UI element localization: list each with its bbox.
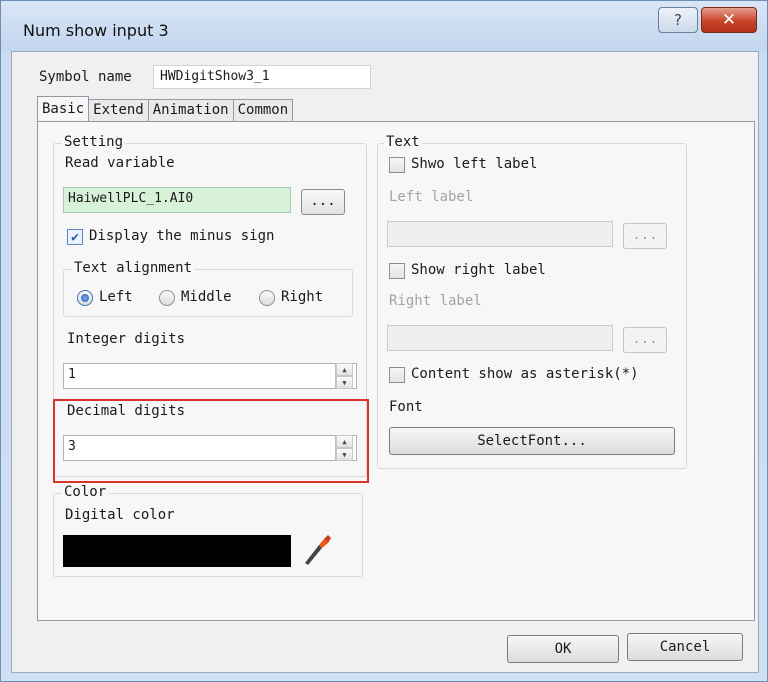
setting-group-title: Setting (62, 134, 126, 150)
integer-digits-stepper[interactable]: ▲ ▼ (335, 363, 353, 389)
symbol-name-input[interactable]: HWDigitShow3_1 (153, 65, 371, 89)
asterisk-label: Content show as asterisk(*) (411, 366, 639, 382)
stepper-up-icon[interactable]: ▲ (336, 363, 353, 376)
read-variable-field[interactable]: HaiwellPLC_1.AI0 (63, 187, 291, 213)
eyedropper-icon[interactable] (301, 531, 333, 567)
tab-extend[interactable]: Extend (88, 99, 149, 121)
digital-color-label: Digital color (65, 507, 175, 523)
close-icon: ✕ (721, 10, 737, 30)
digital-color-swatch[interactable] (63, 535, 291, 567)
right-label-browse-button[interactable]: ... (623, 327, 667, 353)
asterisk-checkbox[interactable] (389, 367, 405, 383)
minus-sign-checkbox[interactable]: ✔ (67, 229, 83, 245)
cancel-button[interactable]: Cancel (627, 633, 743, 661)
show-right-label-text: Show right label (411, 262, 546, 278)
ok-button[interactable]: OK (507, 635, 619, 663)
read-variable-label: Read variable (65, 155, 175, 171)
align-right-radio[interactable] (259, 290, 275, 306)
left-label-caption: Left label (389, 189, 474, 205)
show-right-label-checkbox[interactable] (389, 263, 405, 279)
tab-basic[interactable]: Basic (37, 96, 90, 121)
read-variable-browse-button[interactable]: ... (301, 189, 345, 215)
text-group-title: Text (384, 134, 422, 150)
tab-common[interactable]: Common (232, 99, 294, 121)
align-right-label: Right (281, 289, 324, 305)
stepper-down-icon[interactable]: ▼ (336, 376, 353, 389)
close-button[interactable]: ✕ (701, 7, 757, 33)
left-label-browse-button[interactable]: ... (623, 223, 667, 249)
dialog-window: Num show input 3 ? ✕ Symbol name HWDigit… (0, 0, 768, 682)
show-left-label-text: Shwo left label (411, 156, 538, 172)
title-bar[interactable]: Num show input 3 ? ✕ (1, 1, 767, 51)
integer-digits-input[interactable]: 1 (63, 363, 357, 389)
minus-sign-label: Display the minus sign (89, 228, 275, 244)
decimal-digits-highlight-box (53, 399, 369, 483)
checkmark-icon: ✔ (71, 229, 79, 245)
select-font-button[interactable]: SelectFont... (389, 427, 675, 455)
text-alignment-title: Text alignment (72, 260, 195, 276)
left-label-input[interactable] (387, 221, 613, 247)
show-left-label-checkbox[interactable] (389, 157, 405, 173)
tab-animation[interactable]: Animation (147, 99, 234, 121)
align-middle-radio[interactable] (159, 290, 175, 306)
align-left-radio[interactable] (77, 290, 93, 306)
window-title: Num show input 3 (23, 21, 169, 40)
right-label-input[interactable] (387, 325, 613, 351)
help-icon: ? (674, 11, 682, 29)
align-middle-label: Middle (181, 289, 232, 305)
help-button[interactable]: ? (658, 7, 698, 33)
symbol-name-label: Symbol name (39, 69, 132, 85)
tab-bar: Basic Extend Animation Common (37, 96, 294, 121)
align-left-label: Left (99, 289, 133, 305)
font-label: Font (389, 399, 423, 415)
integer-digits-label: Integer digits (67, 331, 186, 347)
color-group-title: Color (62, 484, 109, 500)
right-label-caption: Right label (389, 293, 482, 309)
